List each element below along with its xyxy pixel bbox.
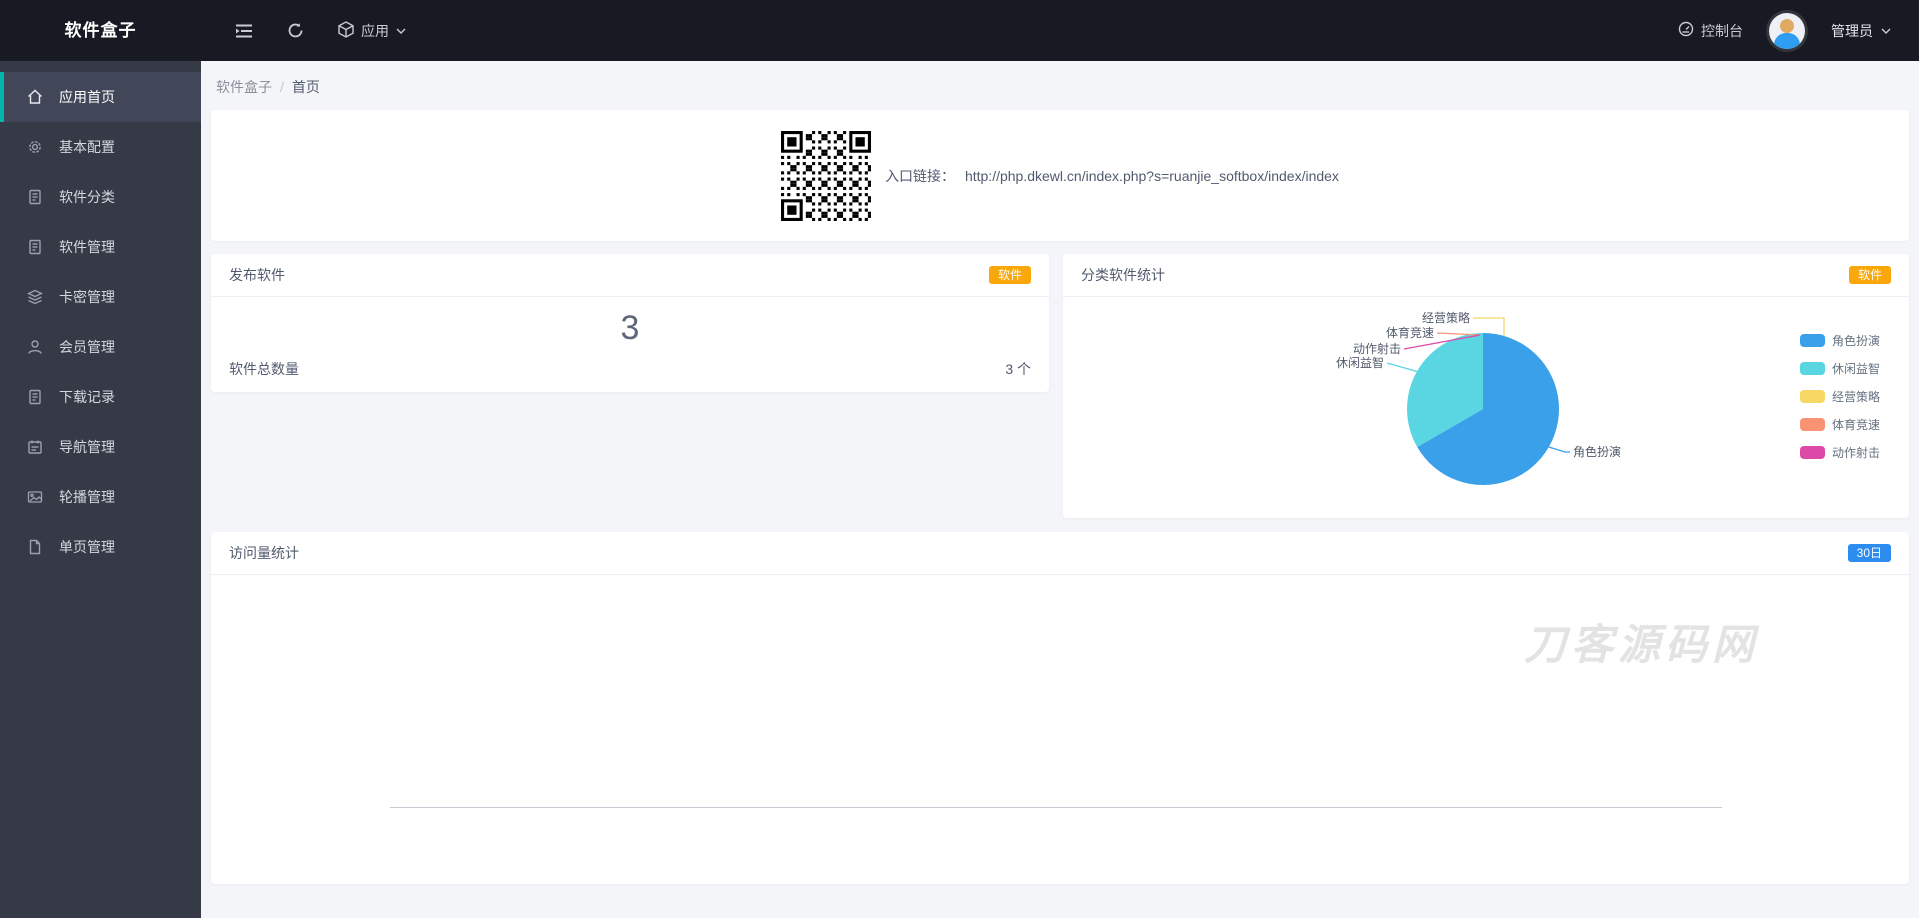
file-icon [27,239,43,255]
avatar-head [1780,19,1794,33]
legend-swatch [1800,334,1825,347]
x-axis-line [390,807,1722,808]
svg-text:角色扮演: 角色扮演 [1573,444,1621,459]
app-logo[interactable]: 软件盒子 [0,0,201,61]
qr-code [781,131,871,221]
dashboard-icon [1678,21,1694,40]
legend-item[interactable]: 休闲益智 [1800,360,1880,377]
legend-swatch [1800,418,1825,431]
breadcrumb: 软件盒子 / 首页 [216,77,1909,97]
app-menu-label: 应用 [361,21,389,41]
sidebar-item-singlepage[interactable]: 单页管理 [0,522,201,572]
cube-icon [338,21,354,41]
layers-icon [27,289,43,305]
svg-text:动作射击: 动作射击 [1353,341,1401,356]
file-icon [27,389,43,405]
avatar-body [1774,33,1800,49]
legend-swatch [1800,446,1825,459]
card-title: 访问量统计 [229,543,299,563]
sidebar-item-home[interactable]: 应用首页 [0,72,201,122]
legend-swatch [1800,390,1825,403]
entry-link-url: http://php.dkewl.cn/index.php?s=ruanjie_… [965,168,1339,184]
publish-software-card: 发布软件 软件 3 软件总数量 3 个 [211,254,1049,392]
console-link[interactable]: 控制台 [1678,21,1743,41]
watermark-text: 刀客源码网 [1524,611,1759,672]
legend-label: 经营策略 [1832,388,1880,405]
board-icon [27,439,43,455]
legend-item[interactable]: 角色扮演 [1800,332,1880,349]
sidebar-item-software[interactable]: 软件管理 [0,222,201,272]
top-navbar: 软件盒子 应用 [0,0,1919,61]
file-icon [27,189,43,205]
breadcrumb-root[interactable]: 软件盒子 [216,77,272,97]
legend-item[interactable]: 经营策略 [1800,388,1880,405]
user-icon [27,339,43,355]
chevron-down-icon [396,28,406,34]
legend-item[interactable]: 体育竞速 [1800,416,1880,433]
main-content: 软件盒子 / 首页 入口链接： http://php.dkewl.cn/inde… [201,61,1919,918]
avatar[interactable] [1769,13,1805,49]
console-label: 控制台 [1701,21,1743,41]
user-menu[interactable]: 管理员 [1831,21,1891,41]
chevron-down-icon [1881,28,1891,34]
legend-label: 动作射击 [1832,444,1880,461]
sidebar-item-carousel[interactable]: 轮播管理 [0,472,201,522]
visits-chart-area[interactable]: 刀客源码网 [211,575,1909,883]
software-total-value: 3 个 [1005,359,1031,379]
home-icon [27,89,43,105]
breadcrumb-separator: / [280,79,284,95]
sidebar-item-downloads[interactable]: 下载记录 [0,372,201,422]
app-menu[interactable]: 应用 [338,21,406,41]
software-count: 3 [211,297,1049,359]
collapse-menu-icon[interactable] [235,23,253,39]
card-title: 发布软件 [229,265,285,285]
user-name: 管理员 [1831,21,1873,41]
category-stats-card: 分类软件统计 软件 经营策略体育竞速动作射击休闲益智角色扮演 角色扮演休闲益智经… [1063,254,1909,518]
sidebar-item-navigation[interactable]: 导航管理 [0,422,201,472]
entry-link-panel: 入口链接： http://php.dkewl.cn/index.php?s=ru… [211,110,1909,241]
entry-link-label: 入口链接： [885,168,955,184]
gear-icon [27,139,43,155]
visits-stats-card: 访问量统计 30日 刀客源码网 [211,532,1909,884]
sidebar-item-category[interactable]: 软件分类 [0,172,201,222]
card-title: 分类软件统计 [1081,265,1165,285]
software-badge: 软件 [1849,266,1891,284]
range-badge: 30日 [1848,544,1891,562]
legend-label: 体育竞速 [1832,416,1880,433]
software-badge: 软件 [989,266,1031,284]
legend-swatch [1800,362,1825,375]
page-icon [27,539,43,555]
sidebar: 应用首页 基本配置 软件分类 软件管理 卡密管理 会员管理 下载记录 导航管理 [0,61,201,918]
svg-text:休闲益智: 休闲益智 [1336,355,1384,370]
image-icon [27,489,43,505]
pie-legend: 角色扮演休闲益智经营策略体育竞速动作射击 [1800,332,1880,461]
legend-label: 休闲益智 [1832,360,1880,377]
breadcrumb-current: 首页 [292,77,320,97]
refresh-icon[interactable] [287,22,304,39]
svg-text:体育竞速: 体育竞速 [1386,325,1434,340]
sidebar-item-member[interactable]: 会员管理 [0,322,201,372]
svg-text:经营策略: 经营策略 [1422,310,1470,325]
sidebar-item-config[interactable]: 基本配置 [0,122,201,172]
software-total-label: 软件总数量 [229,359,299,379]
pie-chart-svg[interactable]: 经营策略体育竞速动作射击休闲益智角色扮演 [1063,297,1905,518]
sidebar-item-cardkey[interactable]: 卡密管理 [0,272,201,322]
category-pie-chart[interactable]: 经营策略体育竞速动作射击休闲益智角色扮演 角色扮演休闲益智经营策略体育竞速动作射… [1063,297,1909,518]
legend-item[interactable]: 动作射击 [1800,444,1880,461]
legend-label: 角色扮演 [1832,332,1880,349]
entry-link-text: 入口链接： http://php.dkewl.cn/index.php?s=ru… [885,166,1339,186]
